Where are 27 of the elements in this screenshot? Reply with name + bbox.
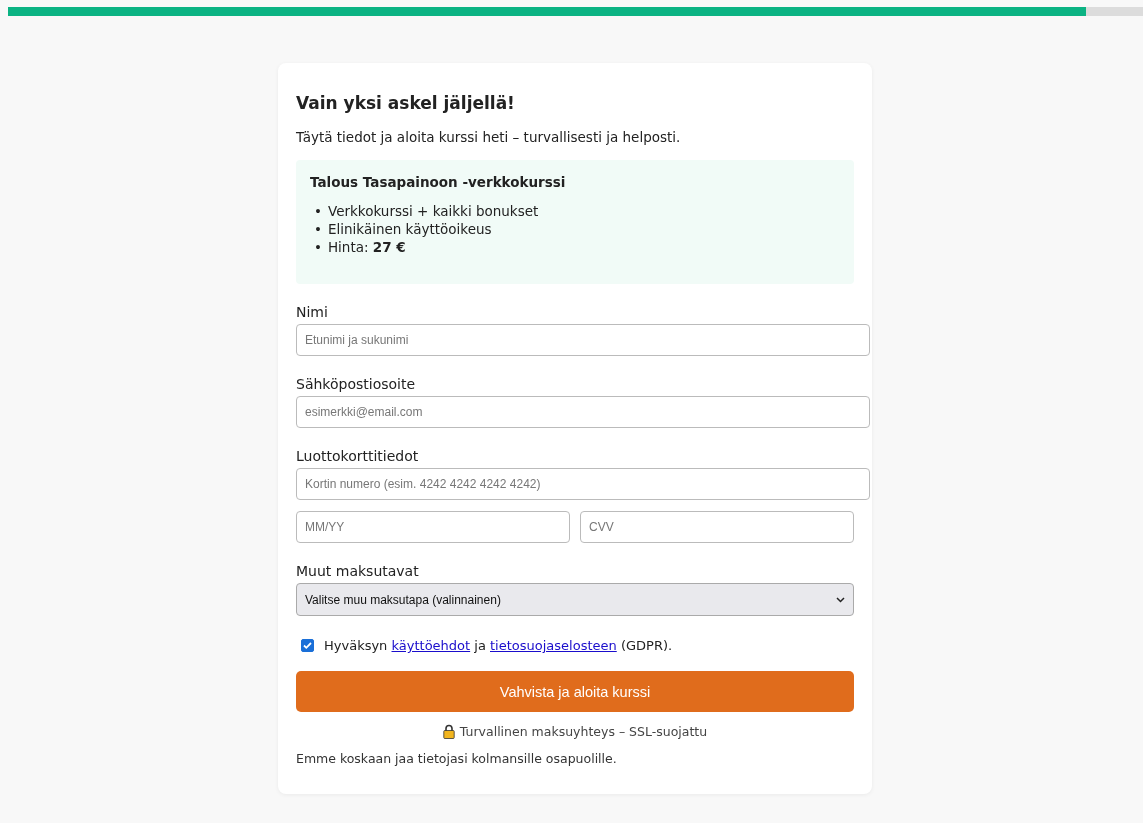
bullet-marker: • <box>314 220 322 238</box>
privacy-note: Emme koskaan jaa tietojasi kolmansille osapuolille. <box>296 751 618 766</box>
input-field[interactable]: CVV <box>580 511 854 543</box>
product-title: Talous Tasapainoon -verkkokurssi <box>310 174 567 190</box>
page-heading: Vain yksi askel jäljellä! <box>296 93 516 113</box>
bullet-marker: • <box>314 238 322 256</box>
field-label: Muut maksutavat <box>296 563 420 579</box>
bullet-marker: • <box>314 202 322 220</box>
field-label: Luottokorttitiedot <box>296 448 420 464</box>
lock-icon <box>442 724 455 739</box>
link[interactable]: käyttöehdot <box>391 638 471 653</box>
feature-item: Hinta: 27 € <box>327 238 406 256</box>
field-label: Nimi <box>296 304 329 320</box>
consent-checkbox[interactable] <box>301 639 314 652</box>
input-field[interactable]: Kortin numero (esim. 4242 4242 4242 4242) <box>296 468 870 500</box>
field-label: Sähköpostiosoite <box>296 376 417 392</box>
secure-note: Turvallinen maksuyhteys – SSL-suojattu <box>459 724 708 739</box>
payment-method-dropdown[interactable]: Valitse muu maksutapa (valinnainen) <box>296 583 854 616</box>
input-field[interactable]: MM/YY <box>296 511 570 543</box>
subtitle: Täytä tiedot ja aloita kurssi heti – turvallisesti ja helposti. <box>296 129 682 145</box>
feature-item: Verkkokurssi + kaikki bonukset <box>327 202 539 220</box>
link[interactable]: tietosuojaselosteen <box>490 638 617 653</box>
consent-text: Hyväksyn käyttöehdot ja tietosuojaselosteen (GDPR). <box>324 638 673 653</box>
input-field[interactable]: esimerkki@email.com <box>296 396 870 428</box>
chevron-down-icon <box>836 596 845 603</box>
feature-item: Elinikäinen käyttöoikeus <box>327 220 492 238</box>
input-field[interactable]: Etunimi ja sukunimi <box>296 324 870 356</box>
